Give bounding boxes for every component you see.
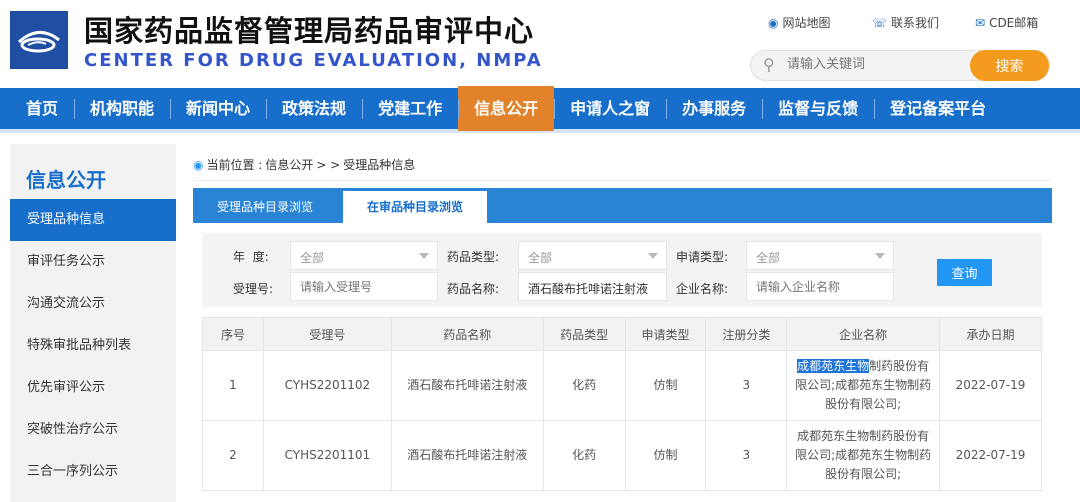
location-pin-icon: ◉: [768, 15, 779, 30]
nav-services[interactable]: 办事服务: [666, 86, 762, 131]
link-label: CDE邮箱: [989, 16, 1039, 30]
cell-type: 化药: [542, 350, 626, 421]
nav-functions[interactable]: 机构职能: [74, 86, 170, 131]
chevron-down-icon: [648, 253, 658, 259]
location-pin-icon: ◉: [193, 157, 204, 172]
sidebar-title: 信息公开: [26, 168, 106, 192]
table-header-row: 序号 受理号 药品名称 药品类型 申请类型 注册分类 企业名称 承办日期: [202, 317, 1042, 351]
cell-date: 2022-07-19: [939, 350, 1042, 421]
cell-drug: 酒石酸布托啡诺注射液: [390, 420, 544, 491]
link-label: 网站地图: [782, 16, 831, 30]
query-button[interactable]: 查询: [937, 259, 992, 286]
cell-reg: 3: [705, 420, 788, 491]
nav-info[interactable]: 信息公开: [458, 86, 555, 131]
cell-app: 仿制: [624, 420, 707, 491]
nav-applicant[interactable]: 申请人之窗: [554, 86, 666, 131]
drug-type-select[interactable]: 全部: [518, 241, 667, 270]
column-header: 序号: [202, 317, 264, 351]
year-select[interactable]: 全部: [290, 241, 438, 270]
search-bar: ⚲ 搜索: [750, 50, 1050, 81]
cell-date: 2022-07-19: [939, 420, 1042, 491]
breadcrumb-prefix: 当前位置 :: [206, 158, 263, 172]
breadcrumb-link[interactable]: 信息公开: [265, 156, 313, 173]
cell-type: 化药: [542, 420, 626, 491]
main-nav: 首页 机构职能 新闻中心 政策法规 党建工作 信息公开 申请人之窗 办事服务 监…: [0, 86, 1080, 133]
mail-icon: ✉: [975, 15, 986, 30]
filter-panel: 年 度: 全部 药品类型: 全部 申请类型: 全部 受理号: 药品名称: 酒石酸…: [202, 233, 1042, 307]
cell-no: 1: [202, 350, 264, 421]
company-input[interactable]: [746, 272, 894, 301]
breadcrumb: ◉ 当前位置 : 信息公开 > > 受理品种信息: [193, 156, 415, 173]
tab-accepted-catalog[interactable]: 受理品种目录浏览: [193, 188, 337, 223]
cell-no: 2: [202, 420, 264, 491]
site-map-link[interactable]: ◉ 网站地图: [768, 14, 831, 31]
cell-app: 仿制: [624, 350, 707, 421]
search-icon: ⚲: [763, 55, 775, 74]
sidebar-item[interactable]: 受理品种信息: [10, 199, 176, 241]
column-header: 承办日期: [939, 317, 1042, 351]
accept-no-input[interactable]: [290, 272, 438, 301]
breadcrumb-current: 受理品种信息: [343, 158, 416, 172]
cell-company[interactable]: 成都苑东生物制药股份有限公司;成都苑东生物制药股份有限公司;: [786, 350, 941, 421]
accept-no-label: 受理号:: [233, 282, 274, 296]
cde-logo[interactable]: [10, 11, 68, 69]
cell-reg: 3: [705, 350, 788, 421]
nav-home[interactable]: 首页: [10, 86, 74, 131]
nav-registration[interactable]: 登记备案平台: [874, 86, 1002, 131]
column-header: 企业名称: [786, 317, 941, 351]
nav-feedback[interactable]: 监督与反馈: [762, 86, 874, 131]
sidebar-item[interactable]: 审评任务公示: [10, 241, 176, 283]
sidebar: 信息公开 受理品种信息 审评任务公示 沟通交流公示 特殊审批品种列表 优先审评公…: [10, 144, 176, 502]
cell-drug: 酒石酸布托啡诺注射液: [390, 350, 544, 421]
breadcrumb-separator: > >: [316, 157, 341, 172]
divider: [193, 180, 1052, 181]
mail-link[interactable]: ✉ CDE邮箱: [975, 14, 1038, 31]
drug-name-input[interactable]: 酒石酸布托啡诺注射液: [518, 272, 667, 301]
chevron-down-icon: [875, 253, 885, 259]
column-header: 申请类型: [624, 317, 707, 351]
tab-under-review-catalog[interactable]: 在审品种目录浏览: [343, 191, 488, 223]
drug-name-label: 药品名称:: [447, 282, 500, 296]
sidebar-item[interactable]: 优先审评公示: [10, 367, 176, 409]
company-label: 企业名称:: [676, 282, 729, 296]
contact-link[interactable]: ☏ 联系我们: [872, 14, 939, 31]
search-input[interactable]: [787, 57, 967, 72]
site-title: 国家药品监督管理局药品审评中心: [84, 14, 535, 48]
cell-accept-no: CYHS2201102: [262, 350, 392, 421]
app-type-select[interactable]: 全部: [746, 241, 894, 270]
selected-text: 成都苑东生物: [797, 359, 870, 373]
column-header: 受理号: [262, 317, 392, 351]
cell-company[interactable]: 成都苑东生物制药股份有限公司;成都苑东生物制药股份有限公司;: [786, 420, 941, 491]
column-header: 注册分类: [705, 317, 788, 351]
app-type-value: 全部: [756, 251, 781, 265]
chevron-down-icon: [419, 253, 429, 259]
column-header: 药品类型: [542, 317, 626, 351]
sidebar-item[interactable]: 突破性治疗公示: [10, 409, 176, 451]
year-label: 年 度:: [233, 250, 269, 264]
drug-type-label: 药品类型:: [447, 250, 500, 264]
sidebar-item[interactable]: 特殊审批品种列表: [10, 325, 176, 367]
site-subtitle: CENTER FOR DRUG EVALUATION, NMPA: [84, 50, 543, 71]
column-header: 药品名称: [390, 317, 544, 351]
link-label: 联系我们: [891, 16, 940, 30]
cell-accept-no: CYHS2201101: [262, 420, 392, 491]
table-row[interactable]: 2 CYHS2201101 酒石酸布托啡诺注射液 化药 仿制 3 成都苑东生物制…: [202, 420, 1042, 491]
tab-bar: 受理品种目录浏览 在审品种目录浏览: [193, 188, 1052, 223]
sidebar-item[interactable]: 三合一序列公示: [10, 451, 176, 493]
search-button[interactable]: 搜索: [970, 50, 1049, 81]
phone-icon: ☏: [872, 15, 888, 30]
results-table: 序号 受理号 药品名称 药品类型 申请类型 注册分类 企业名称 承办日期 1 C…: [202, 317, 1042, 491]
drug-type-value: 全部: [528, 251, 553, 265]
nav-news[interactable]: 新闻中心: [170, 86, 266, 131]
app-type-label: 申请类型:: [676, 250, 729, 264]
sidebar-item[interactable]: 沟通交流公示: [10, 283, 176, 325]
nav-policy[interactable]: 政策法规: [266, 86, 362, 131]
year-value: 全部: [300, 251, 325, 265]
table-row[interactable]: 1 CYHS2201102 酒石酸布托啡诺注射液 化药 仿制 3 成都苑东生物制…: [202, 350, 1042, 421]
nav-party[interactable]: 党建工作: [362, 86, 458, 131]
